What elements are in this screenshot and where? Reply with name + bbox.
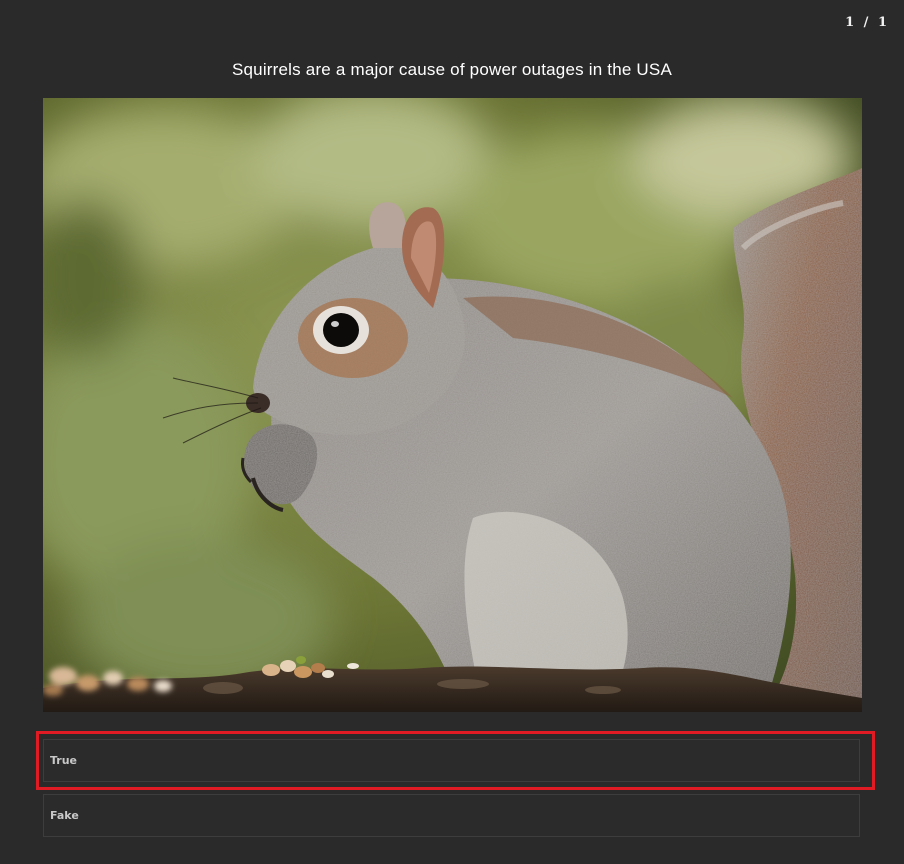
squirrel-photo (43, 98, 862, 712)
question-counter: 1 / 1 (845, 15, 888, 30)
answer-option-fake[interactable]: Fake (43, 794, 860, 837)
question-text: Squirrels are a major cause of power out… (231, 60, 672, 79)
answer-option-true[interactable]: True (43, 739, 860, 782)
quiz-page: 1 / 1 Squirrels are a major cause of pow… (0, 0, 904, 864)
